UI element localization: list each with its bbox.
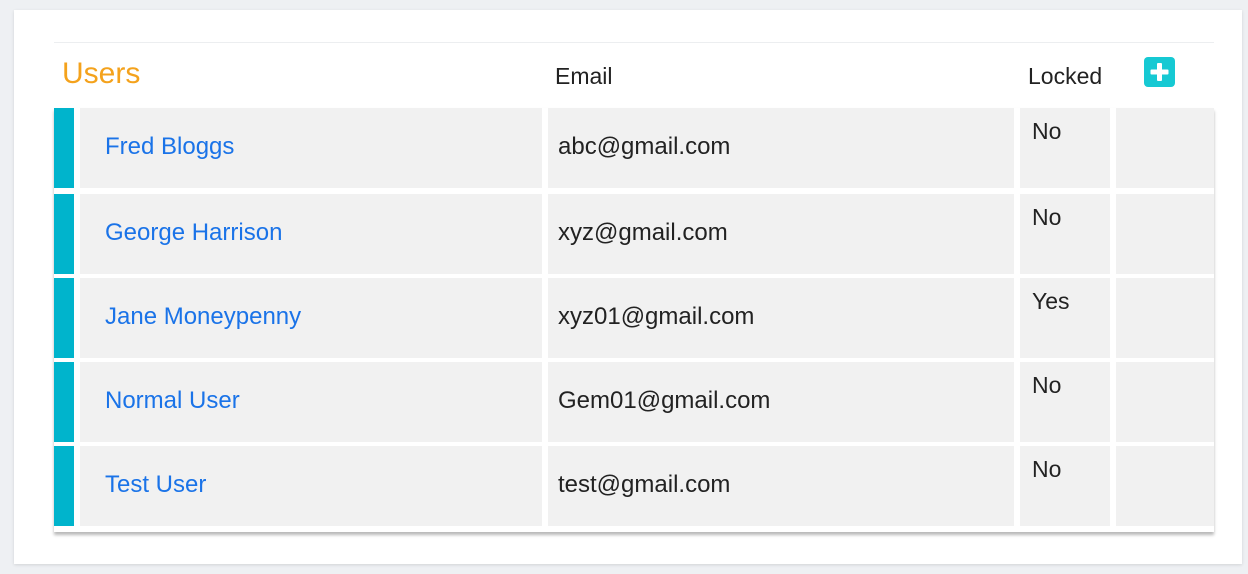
name-cell: Normal User bbox=[80, 362, 542, 442]
locked-cell: No bbox=[1020, 362, 1110, 442]
user-locked-status: No bbox=[1032, 204, 1062, 230]
actions-cell bbox=[1116, 108, 1214, 188]
email-cell: test@gmail.com bbox=[548, 446, 1014, 526]
user-name-link[interactable]: Test User bbox=[105, 470, 206, 500]
email-cell: xyz01@gmail.com bbox=[548, 278, 1014, 358]
locked-cell: No bbox=[1020, 446, 1110, 526]
email-cell: xyz@gmail.com bbox=[548, 194, 1014, 274]
user-name-link[interactable]: Fred Bloggs bbox=[105, 132, 234, 162]
user-locked-status: Yes bbox=[1032, 288, 1070, 314]
row-accent-bar bbox=[54, 194, 74, 274]
row-accent-bar bbox=[54, 278, 74, 358]
user-email: xyz01@gmail.com bbox=[558, 303, 755, 330]
user-locked-status: No bbox=[1032, 118, 1062, 144]
user-email: abc@gmail.com bbox=[558, 133, 731, 160]
row-accent-bar bbox=[54, 446, 74, 526]
user-email: test@gmail.com bbox=[558, 471, 731, 498]
email-cell: abc@gmail.com bbox=[548, 108, 1014, 188]
actions-cell bbox=[1116, 278, 1214, 358]
locked-cell: Yes bbox=[1020, 278, 1110, 358]
user-email: xyz@gmail.com bbox=[558, 219, 728, 246]
name-cell: Test User bbox=[80, 446, 542, 526]
locked-cell: No bbox=[1020, 194, 1110, 274]
page-title: Users bbox=[62, 57, 141, 90]
users-table: Fred Bloggs abc@gmail.com No George Harr… bbox=[54, 108, 1214, 532]
name-cell: George Harrison bbox=[80, 194, 542, 274]
user-name-link[interactable]: George Harrison bbox=[105, 218, 282, 248]
table-row: Test User test@gmail.com No bbox=[54, 446, 1214, 526]
name-cell: Jane Moneypenny bbox=[80, 278, 542, 358]
actions-cell bbox=[1116, 446, 1214, 526]
locked-cell: No bbox=[1020, 108, 1110, 188]
user-email: Gem01@gmail.com bbox=[558, 387, 771, 414]
user-locked-status: No bbox=[1032, 372, 1062, 398]
row-accent-bar bbox=[54, 362, 74, 442]
email-column-header: Email bbox=[555, 63, 613, 89]
plus-icon bbox=[1150, 63, 1169, 81]
email-cell: Gem01@gmail.com bbox=[548, 362, 1014, 442]
user-locked-status: No bbox=[1032, 456, 1062, 482]
row-accent-bar bbox=[54, 108, 74, 188]
table-row: George Harrison xyz@gmail.com No bbox=[54, 194, 1214, 274]
table-header: Users Email Locked bbox=[0, 0, 1248, 108]
table-row: Fred Bloggs abc@gmail.com No bbox=[54, 108, 1214, 188]
user-name-link[interactable]: Normal User bbox=[105, 386, 240, 416]
add-user-button[interactable] bbox=[1144, 57, 1175, 87]
actions-cell bbox=[1116, 362, 1214, 442]
table-row: Jane Moneypenny xyz01@gmail.com Yes bbox=[54, 278, 1214, 358]
name-cell: Fred Bloggs bbox=[80, 108, 542, 188]
user-name-link[interactable]: Jane Moneypenny bbox=[105, 302, 301, 332]
locked-column-header: Locked bbox=[1028, 63, 1103, 89]
actions-cell bbox=[1116, 194, 1214, 274]
table-row: Normal User Gem01@gmail.com No bbox=[54, 362, 1214, 442]
